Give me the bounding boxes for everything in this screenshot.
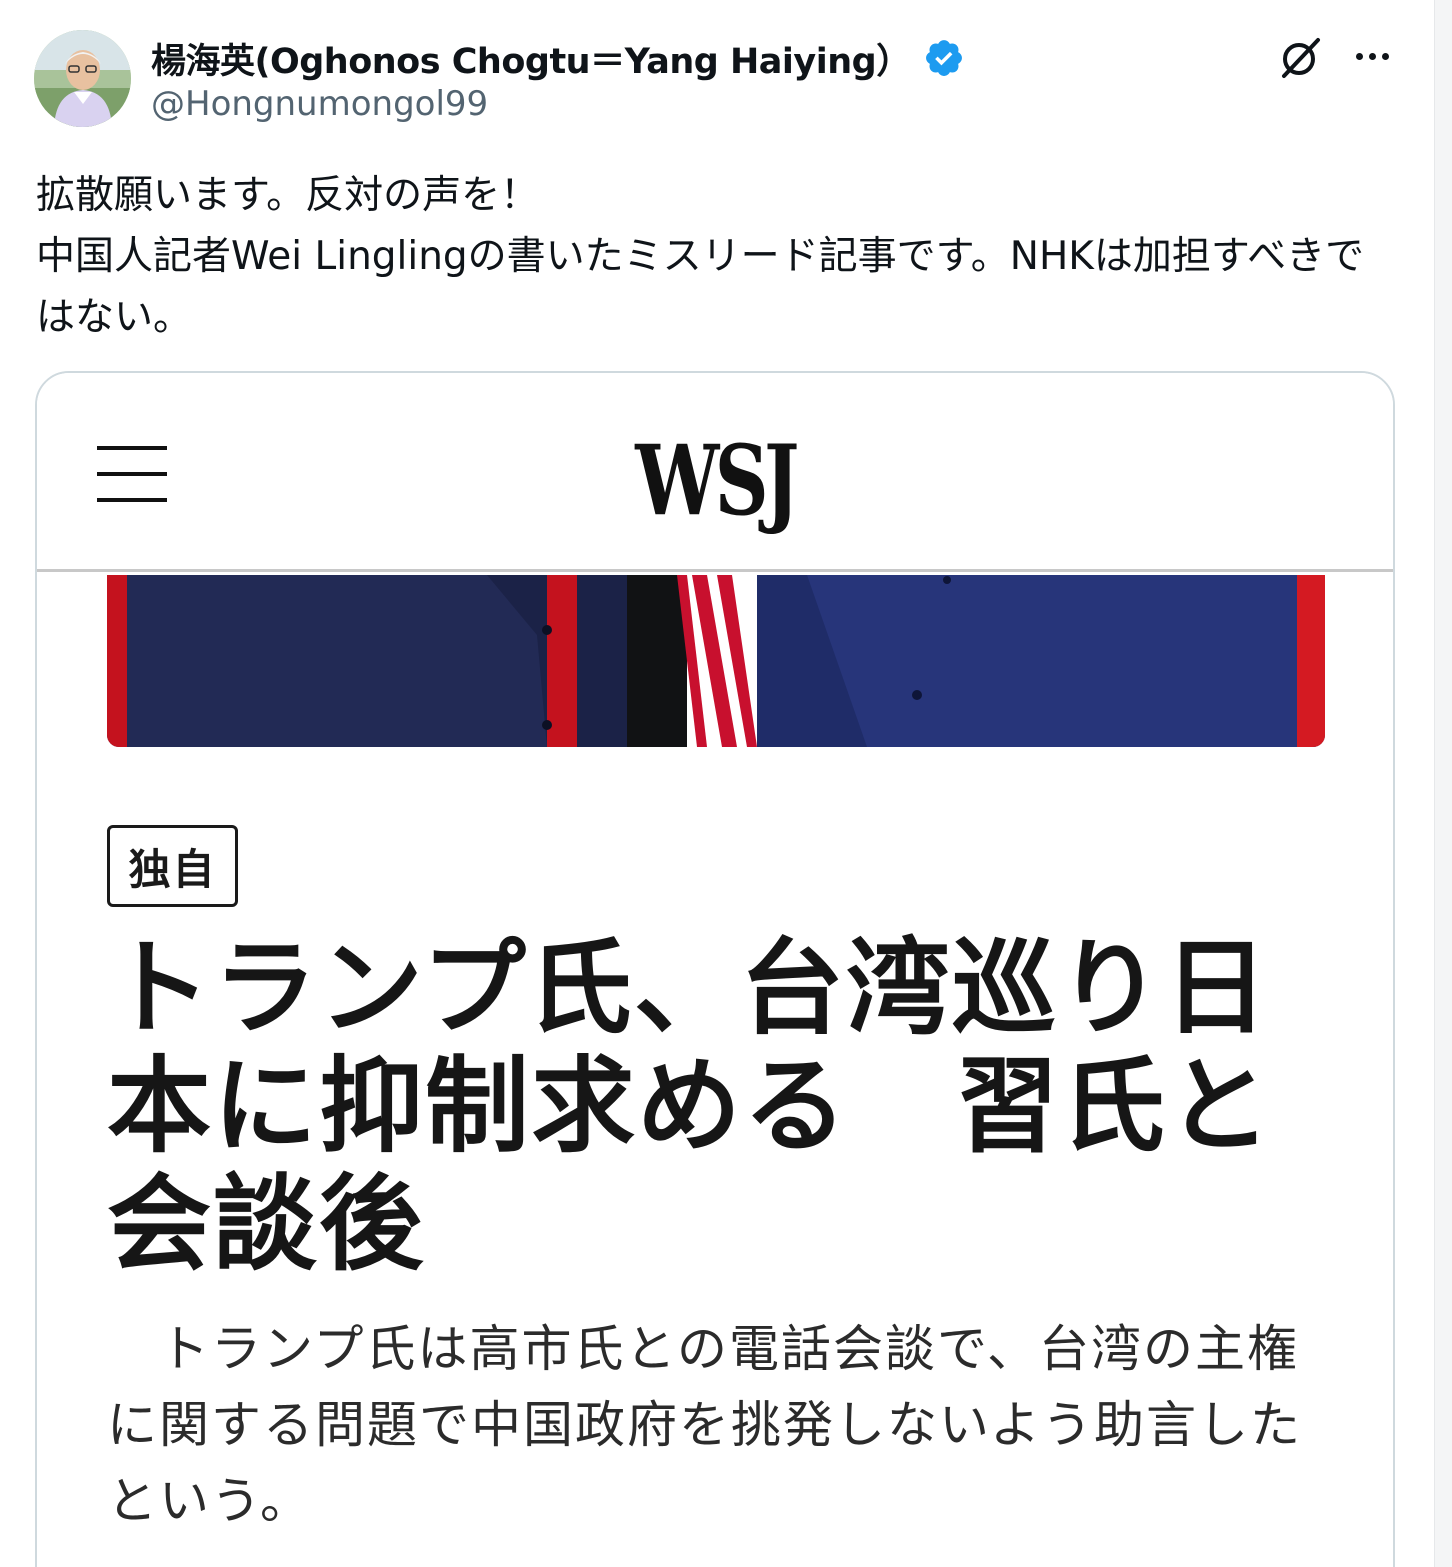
article-photo	[107, 575, 1325, 747]
grok-icon[interactable]	[1278, 34, 1324, 80]
window-scrollbar-track[interactable]	[1434, 0, 1452, 1567]
byline-partial	[107, 1557, 557, 1567]
article-headline: トランプ氏、台湾巡り日本に抑制求める 習氏と会談後	[107, 927, 1274, 1285]
exclusive-badge: 独自	[107, 825, 238, 907]
author-display-name[interactable]: 楊海英(Oghonos Chogtu＝Yang Haiying）	[151, 33, 911, 84]
author-handle[interactable]: @Hongnumongol99	[151, 84, 965, 124]
author-names: 楊海英(Oghonos Chogtu＝Yang Haiying） @Hongnu…	[151, 32, 965, 124]
tweet-header: 楊海英(Oghonos Chogtu＝Yang Haiying） @Hongnu…	[34, 30, 1394, 130]
verified-badge-icon[interactable]	[923, 37, 965, 79]
more-options-icon[interactable]	[1350, 36, 1394, 76]
wsj-header-bar: WSJ	[37, 373, 1393, 572]
tweet-text: 拡散願います。反対の声を！ 中国人記者Wei Linglingの書いたミスリード…	[36, 173, 1365, 340]
wsj-logo: WSJ	[635, 424, 799, 537]
article-summary: トランプ氏は高市氏との電話会談で、台湾の主権に関する問題で中国政府を挑発しないよ…	[107, 1320, 1302, 1530]
hamburger-menu-icon	[97, 446, 167, 502]
author-avatar[interactable]	[34, 30, 131, 127]
attached-image-card[interactable]: WSJ 独自 トランプ氏、台湾巡り日本に抑制求める 習氏と会談後 トランプ氏は高…	[35, 371, 1395, 1567]
